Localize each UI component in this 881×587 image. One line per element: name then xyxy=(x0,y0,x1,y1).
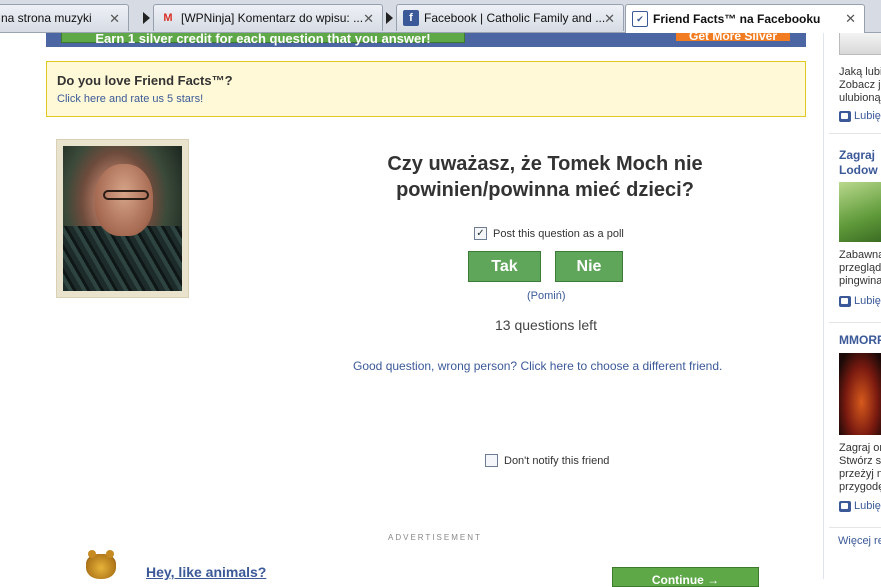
sidebar-ad-text: Jaką lubisz Zobacz ja ulubioną xyxy=(839,66,881,104)
sidebar-like-button[interactable]: Lubię xyxy=(839,295,881,307)
thumb-up-icon xyxy=(839,110,851,122)
like-label: Lubię xyxy=(854,110,881,122)
right-sidebar: Jaką lubisz Zobacz ja ulubioną Lubię Zag… xyxy=(823,33,881,579)
sidebar-ad-text: Zabawna przegląda pingwina xyxy=(839,249,881,287)
close-icon[interactable]: ✕ xyxy=(845,11,856,27)
sidebar-like-button[interactable]: Lubię xyxy=(839,500,881,512)
gmail-icon: M xyxy=(163,12,173,24)
tab-title: [WPNinja] Komentarz do wpisu: ... xyxy=(181,11,364,25)
friend-photo-frame xyxy=(56,139,189,298)
tab-arrow-icon xyxy=(386,12,393,24)
tab-gmail[interactable]: M [WPNinja] Komentarz do wpisu: ... ✕ xyxy=(153,4,383,31)
rate-app-box: Do you love Friend Facts™? Click here an… xyxy=(46,61,806,117)
divider xyxy=(829,133,881,134)
question-text: Czy uważasz, że Tomek Moch nie powinien/… xyxy=(387,153,703,201)
penguin-ad-image[interactable] xyxy=(839,182,881,242)
poll-option[interactable]: ✓ Post this question as a poll xyxy=(474,227,624,240)
continue-button[interactable]: Continue → xyxy=(612,567,759,587)
like-label: Lubię xyxy=(854,500,881,512)
thumb-up-icon xyxy=(839,500,851,512)
questions-remaining: 13 questions left xyxy=(495,317,597,333)
yes-button[interactable]: Tak xyxy=(468,251,541,282)
divider xyxy=(829,527,881,528)
rate-app-link[interactable]: Click here and rate us 5 stars! xyxy=(57,93,795,105)
close-icon[interactable]: ✕ xyxy=(604,11,615,27)
sidebar-like-button[interactable]: Lubię xyxy=(839,110,881,122)
sidebar-ad-title[interactable]: Zagraj xyxy=(839,148,875,163)
get-more-silver-button[interactable]: Get More Silver xyxy=(676,33,790,43)
ad-headline-link[interactable]: Hey, like animals? xyxy=(146,564,266,580)
tab-music[interactable]: na strona muzyki ✕ xyxy=(0,4,129,31)
browser-tab-bar: na strona muzyki ✕ M [WPNinja] Komentarz… xyxy=(0,0,881,33)
notify-label: Don't notify this friend xyxy=(504,454,610,467)
tab-facebook[interactable]: f Facebook | Catholic Family and ... ✕ xyxy=(396,4,624,31)
notify-option[interactable]: Don't notify this friend xyxy=(485,454,609,467)
mmorpg-ad-image[interactable] xyxy=(839,353,881,435)
choose-different-friend-link[interactable]: Good question, wrong person? Click here … xyxy=(353,359,722,373)
advertisement-label: ADVERTISEMENT xyxy=(388,533,482,542)
tab-friend-facts[interactable]: ✔ Friend Facts™ na Facebooku ✕ xyxy=(625,4,865,33)
sidebar-ad-image[interactable] xyxy=(839,33,881,55)
friend-facts-icon: ✔ xyxy=(632,11,648,27)
like-label: Lubię xyxy=(854,295,881,307)
close-icon[interactable]: ✕ xyxy=(363,11,374,27)
tab-title: Friend Facts™ na Facebooku xyxy=(653,12,821,26)
sidebar-ad-title[interactable]: MMORP xyxy=(839,333,881,348)
skip-link[interactable]: (Pomiń) xyxy=(527,290,566,302)
thumb-up-icon xyxy=(839,295,851,307)
divider xyxy=(829,322,881,323)
close-icon[interactable]: ✕ xyxy=(109,11,120,27)
earn-credit-button[interactable]: Earn 1 silver credit for each question t… xyxy=(61,33,465,46)
sidebar-ad-title[interactable]: Lodow xyxy=(839,163,878,178)
notify-checkbox[interactable] xyxy=(485,454,498,467)
facebook-icon: f xyxy=(403,10,419,26)
friend-photo xyxy=(63,146,182,291)
earn-banner: Earn 1 silver credit for each question t… xyxy=(46,33,806,47)
tab-title: Facebook | Catholic Family and ... xyxy=(424,11,606,25)
rate-app-title: Do you love Friend Facts™? xyxy=(57,73,233,88)
poll-checkbox[interactable]: ✓ xyxy=(474,227,487,240)
sidebar-ad-text: Zagraj on Stwórz sw przeżyj n przygodę xyxy=(839,442,881,493)
more-ads-link[interactable]: Więcej re xyxy=(838,535,881,547)
main-content: Earn 1 silver credit for each question t… xyxy=(0,33,820,587)
animal-icon xyxy=(86,550,116,579)
poll-label: Post this question as a poll xyxy=(493,227,624,240)
tab-arrow-icon xyxy=(143,12,150,24)
no-button[interactable]: Nie xyxy=(555,251,623,282)
